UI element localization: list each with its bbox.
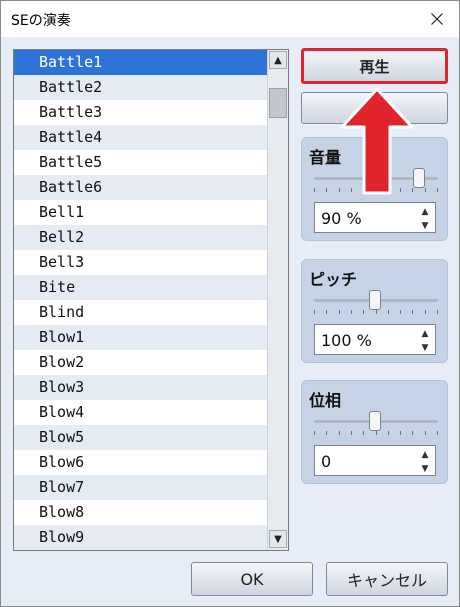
slider-tick [400, 310, 401, 314]
se-list: Battle1 Battle2 Battle3 Battle4 Battle5 Battl… [14, 50, 267, 550]
close-button[interactable] [415, 1, 459, 37]
list-item[interactable]: Battle4 [14, 125, 267, 150]
slider-tick [425, 188, 426, 192]
spin-up-icon[interactable]: ▲ [422, 450, 429, 460]
list-item[interactable]: Blow4 [14, 400, 267, 425]
phase-group: 位相 0 ▲ ▼ [301, 380, 448, 484]
volume-slider-knob[interactable] [413, 168, 425, 188]
pitch-value: 100 % [321, 331, 372, 350]
slider-tick [363, 431, 364, 435]
list-item[interactable]: Blow7 [14, 475, 267, 500]
slider-tick [314, 310, 315, 314]
up-arrow-icon [340, 87, 414, 195]
pitch-slider-knob[interactable] [369, 290, 381, 310]
play-button[interactable]: 再生 [301, 48, 448, 84]
slider-tick [388, 310, 389, 314]
list-item[interactable]: Bite [14, 275, 267, 300]
spin-down-icon[interactable]: ▼ [422, 464, 429, 474]
scroll-up-icon: ▲ [274, 54, 282, 66]
phase-label: 位相 [309, 391, 342, 410]
slider-tick [339, 310, 340, 314]
slider-tick [425, 431, 426, 435]
slider-tick [326, 310, 327, 314]
spin-up-icon[interactable]: ▲ [422, 329, 429, 339]
spin-down-icon[interactable]: ▼ [422, 221, 429, 231]
slider-tick [437, 431, 438, 435]
list-item[interactable]: Blow3 [14, 375, 267, 400]
list-item[interactable]: Blind [14, 300, 267, 325]
slider-tick [437, 310, 438, 314]
pitch-label: ピッチ [309, 270, 358, 289]
spin-down-icon[interactable]: ▼ [422, 343, 429, 353]
slider-tick [437, 188, 438, 192]
list-item[interactable]: Bell2 [14, 225, 267, 250]
pitch-group: ピッチ 100 % ▲ ▼ [301, 259, 448, 363]
slider-tick [388, 431, 389, 435]
se-list-box[interactable]: Battle1 Battle2 Battle3 Battle4 Battle5 Battl… [13, 49, 289, 551]
list-item[interactable]: Blow5 [14, 425, 267, 450]
list-item[interactable]: Battle5 [14, 150, 267, 175]
window-title: SEの演奏 [11, 13, 71, 29]
ok-button[interactable]: OK [191, 562, 313, 596]
volume-spinbox[interactable]: 90 % ▲ ▼ [314, 202, 436, 233]
vertical-scrollbar[interactable]: ▲ ▼ [267, 50, 288, 550]
slider-tick [376, 310, 377, 314]
scroll-down-button[interactable]: ▼ [269, 530, 287, 548]
slider-tick [412, 431, 413, 435]
scroll-thumb[interactable] [269, 88, 287, 118]
close-icon [431, 13, 443, 25]
list-item-selected[interactable]: Battle1 [14, 50, 267, 75]
phase-slider-ticks [314, 431, 438, 436]
slider-tick [376, 431, 377, 435]
list-item[interactable]: Blow9 [14, 525, 267, 550]
phase-value: 0 [321, 452, 332, 471]
slider-tick [351, 310, 352, 314]
list-item[interactable]: Blow1 [14, 325, 267, 350]
scroll-down-icon: ▼ [274, 533, 282, 545]
pitch-slider-ticks [314, 310, 438, 315]
phase-slider-knob[interactable] [369, 411, 381, 431]
slider-tick [326, 431, 327, 435]
list-item[interactable]: Blow8 [14, 500, 267, 525]
title-bar: SEの演奏 [1, 1, 459, 37]
cancel-button[interactable]: キャンセル [326, 562, 448, 596]
slider-tick [425, 310, 426, 314]
list-item[interactable]: Blow6 [14, 450, 267, 475]
scroll-up-button[interactable]: ▲ [269, 51, 287, 69]
slider-tick [400, 431, 401, 435]
list-item[interactable]: Battle3 [14, 100, 267, 125]
slider-tick [314, 188, 315, 192]
volume-label: 音量 [309, 148, 342, 167]
list-item[interactable]: Bell3 [14, 250, 267, 275]
slider-tick [363, 310, 364, 314]
slider-tick [412, 310, 413, 314]
list-item[interactable]: Bell1 [14, 200, 267, 225]
slider-tick [339, 431, 340, 435]
volume-value: 90 % [321, 209, 362, 228]
list-item[interactable]: Blow2 [14, 350, 267, 375]
list-item[interactable]: Battle2 [14, 75, 267, 100]
list-item[interactable]: Battle6 [14, 175, 267, 200]
phase-spinbox[interactable]: 0 ▲ ▼ [314, 445, 436, 476]
spin-up-icon[interactable]: ▲ [422, 207, 429, 217]
pitch-spinbox[interactable]: 100 % ▲ ▼ [314, 324, 436, 355]
slider-tick [351, 431, 352, 435]
slider-tick [314, 431, 315, 435]
slider-tick [326, 188, 327, 192]
se-playback-dialog: SEの演奏 Battle1 Battle2 Battle3 Battle4 Battle… [0, 0, 460, 607]
